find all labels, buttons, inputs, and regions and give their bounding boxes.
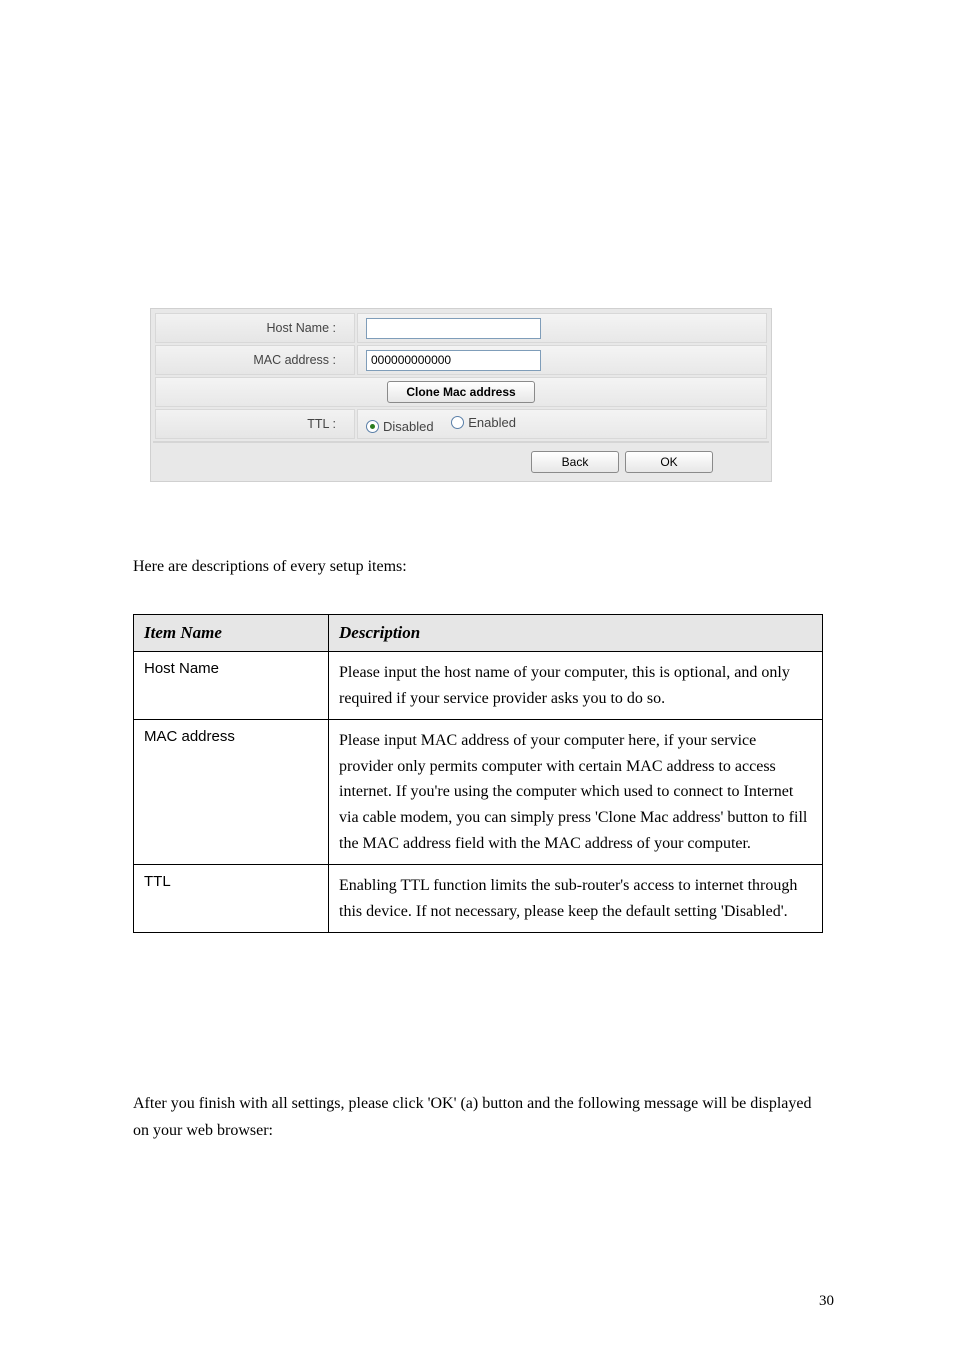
table-header-desc: Description [329, 615, 823, 652]
ttl-enabled-text: Enabled [468, 415, 516, 430]
description-table: Item Name Description Host Name Please i… [133, 614, 823, 933]
ok-instruction: After you finish with all settings, plea… [133, 1090, 823, 1144]
ttl-label: TTL : [155, 409, 355, 439]
item-name: MAC address [134, 720, 329, 865]
ttl-disabled-radio[interactable]: Disabled [366, 419, 434, 434]
intro-text: Here are descriptions of every setup ite… [133, 558, 407, 576]
table-row: MAC address Please input MAC address of … [134, 720, 823, 865]
mac-address-label: MAC address : [155, 345, 355, 375]
item-desc: Enabling TTL function limits the sub-rou… [329, 865, 823, 933]
host-name-label: Host Name : [155, 313, 355, 343]
item-name: Host Name [134, 652, 329, 720]
ok-button[interactable]: OK [625, 451, 713, 473]
item-desc: Please input the host name of your compu… [329, 652, 823, 720]
radio-icon [451, 416, 464, 429]
item-name: TTL [134, 865, 329, 933]
back-button[interactable]: Back [531, 451, 619, 473]
mac-address-input[interactable] [366, 350, 541, 371]
page-number: 30 [819, 1293, 834, 1310]
ttl-enabled-radio[interactable]: Enabled [451, 415, 516, 430]
radio-icon [366, 420, 379, 433]
table-header-item: Item Name [134, 615, 329, 652]
table-row: Host Name Please input the host name of … [134, 652, 823, 720]
item-desc: Please input MAC address of your compute… [329, 720, 823, 865]
host-name-input[interactable] [366, 318, 541, 339]
clone-mac-button[interactable]: Clone Mac address [387, 381, 534, 403]
table-row: TTL Enabling TTL function limits the sub… [134, 865, 823, 933]
router-form-panel: Host Name : MAC address : Clone Mac addr… [150, 308, 772, 482]
ttl-disabled-text: Disabled [383, 419, 434, 434]
